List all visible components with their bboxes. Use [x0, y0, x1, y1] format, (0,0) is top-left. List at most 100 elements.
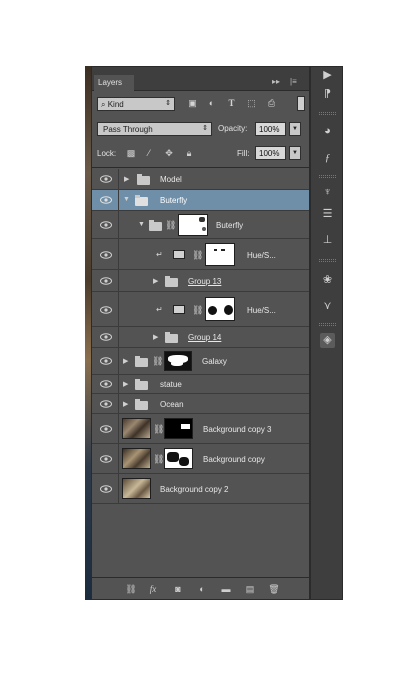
blend-mode-select[interactable]: Pass Through ⇕ — [97, 122, 212, 136]
eye-icon[interactable] — [100, 380, 112, 388]
eye-icon[interactable] — [100, 196, 112, 204]
folder-icon — [135, 379, 148, 390]
expand-triangle-icon[interactable]: ▶ — [123, 380, 128, 388]
divider — [118, 348, 119, 374]
layer-thumbnail[interactable] — [122, 448, 151, 469]
fill-label: Fill: — [237, 149, 250, 158]
adjustment-layer-icon[interactable]: ◐ — [196, 583, 208, 595]
kind-filter-select[interactable]: ⌕ Kind ⇕ — [97, 97, 175, 111]
eye-icon[interactable] — [100, 357, 112, 365]
eye-icon[interactable] — [100, 277, 112, 285]
layer-thumbnail[interactable] — [122, 418, 151, 439]
eye-icon[interactable] — [100, 251, 112, 259]
layer-row-model[interactable]: ▶ Model — [92, 169, 309, 190]
trash-icon[interactable]: 🗑︎ — [268, 583, 280, 595]
layer-row-hue-saturation-2[interactable]: ↵ ⛓ Hue/S... — [92, 292, 309, 327]
character-paragraph-icon[interactable]: ⁋ — [320, 87, 335, 102]
tab-layers[interactable]: Layers — [94, 75, 134, 91]
type-filter-icon[interactable]: T — [226, 98, 237, 109]
divider — [118, 190, 119, 210]
expand-triangle-icon[interactable]: ▶ — [124, 175, 129, 183]
filter-toggle[interactable] — [297, 96, 305, 111]
divider — [118, 394, 119, 413]
color-icon[interactable]: ◕ — [320, 124, 335, 139]
opacity-dropdown-icon[interactable]: ▼ — [289, 122, 301, 136]
expand-triangle-icon[interactable]: ▶ — [123, 400, 128, 408]
layers-icon[interactable]: ◈ — [320, 333, 335, 348]
layer-row-galaxy[interactable]: ▶ ⛓ Galaxy — [92, 348, 309, 375]
layer-name: Buterfly — [160, 196, 188, 205]
lock-transparent-icon[interactable]: ▩ — [126, 148, 136, 158]
smart-object-filter-icon[interactable]: ⎙ — [266, 98, 277, 109]
expand-triangle-icon[interactable]: ▶ — [153, 333, 158, 341]
fx-styles-icon[interactable]: ƒ — [320, 151, 335, 166]
layer-row-background-copy-2[interactable]: Background copy 2 — [92, 474, 309, 504]
eye-icon[interactable] — [100, 485, 112, 493]
layer-row-group-13[interactable]: ▶ Group 13 — [92, 270, 309, 292]
layer-row-buterfly-sub[interactable]: ▼ ⛓ Buterfly — [92, 211, 309, 239]
layer-row-ocean[interactable]: ▶ Ocean — [92, 394, 309, 414]
adjustment-filter-icon[interactable]: ◐ — [206, 98, 217, 109]
link-icon[interactable]: ⛓ — [192, 250, 203, 261]
fill-dropdown-icon[interactable]: ▼ — [289, 146, 301, 160]
collapse-triangle-icon[interactable]: ▼ — [123, 196, 130, 203]
chevron-updown-icon: ⇕ — [202, 125, 208, 132]
link-icon[interactable]: ⛓ — [165, 220, 176, 231]
divider — [118, 270, 119, 291]
collapse-triangle-icon[interactable]: ▼ — [138, 221, 145, 228]
layer-row-buterfly-group[interactable]: ▼ Buterfly — [92, 190, 309, 211]
expand-triangle-icon[interactable]: ▶ — [123, 357, 128, 365]
new-layer-icon[interactable]: ▤ — [244, 583, 256, 595]
paths-icon[interactable]: ⋎ — [320, 299, 335, 314]
layer-row-hue-saturation-1[interactable]: ↵ ⛓ Hue/S... — [92, 239, 309, 270]
adjustments-sliders-icon[interactable]: ☰ — [320, 207, 335, 222]
mask-thumbnail[interactable] — [164, 418, 193, 439]
blend-mode-label: Pass Through — [103, 125, 153, 134]
kind-label: Kind — [107, 100, 124, 109]
mask-thumbnail[interactable] — [205, 243, 235, 266]
link-layers-icon[interactable]: ⛓ — [125, 583, 137, 595]
eye-icon[interactable] — [100, 400, 112, 408]
new-group-icon[interactable]: ▬ — [220, 583, 232, 595]
layer-name: Galaxy — [202, 357, 227, 366]
brush-icon[interactable]: ♆ — [320, 185, 335, 200]
blend-row: Pass Through ⇕ Opacity: 100% ▼ — [92, 119, 309, 139]
eye-icon[interactable] — [100, 455, 112, 463]
lock-brush-icon[interactable]: ⁄ — [144, 148, 154, 158]
fill-input[interactable]: 100% — [255, 146, 286, 160]
panel-menu-icon[interactable]: |≡ — [290, 77, 297, 86]
mask-thumbnail[interactable] — [178, 214, 208, 236]
divider — [118, 292, 119, 326]
layer-row-background-copy-3[interactable]: ⛓ Background copy 3 — [92, 414, 309, 444]
layer-row-group-14[interactable]: ▶ Group 14 — [92, 327, 309, 348]
eye-icon[interactable] — [100, 306, 112, 314]
mask-thumbnail[interactable] — [164, 448, 193, 469]
link-icon[interactable]: ⛓ — [152, 356, 163, 367]
play-icon[interactable]: ▶ — [320, 68, 335, 83]
collapse-icon[interactable]: ▸▸ — [272, 77, 280, 86]
expand-triangle-icon[interactable]: ▶ — [153, 277, 158, 285]
layer-name: Hue/S... — [247, 306, 276, 315]
mask-thumbnail[interactable] — [164, 351, 192, 371]
link-icon[interactable]: ⛓ — [153, 454, 164, 465]
layer-name: Buterfly — [216, 221, 244, 230]
add-mask-icon[interactable]: ◙ — [172, 583, 184, 595]
eye-icon[interactable] — [100, 175, 112, 183]
image-filter-icon[interactable]: ▣ — [187, 98, 198, 109]
opacity-input[interactable]: 100% — [255, 122, 286, 136]
align-icon[interactable]: ⊥ — [320, 233, 335, 248]
lock-all-icon[interactable]: 🔒︎ — [184, 148, 194, 158]
link-icon[interactable]: ⛓ — [153, 424, 164, 435]
eye-icon[interactable] — [100, 221, 112, 229]
channels-icon[interactable]: ❀ — [320, 273, 335, 288]
mask-thumbnail[interactable] — [205, 297, 235, 321]
link-icon[interactable]: ⛓ — [192, 305, 203, 316]
layer-row-statue[interactable]: ▶ statue — [92, 375, 309, 394]
eye-icon[interactable] — [100, 425, 112, 433]
layer-row-background-copy[interactable]: ⛓ Background copy — [92, 444, 309, 474]
shape-filter-icon[interactable]: ⬚ — [246, 98, 257, 109]
fx-icon[interactable]: fx — [147, 583, 159, 595]
layer-thumbnail[interactable] — [122, 478, 151, 499]
eye-icon[interactable] — [100, 333, 112, 341]
lock-move-icon[interactable]: ✥ — [164, 148, 174, 158]
